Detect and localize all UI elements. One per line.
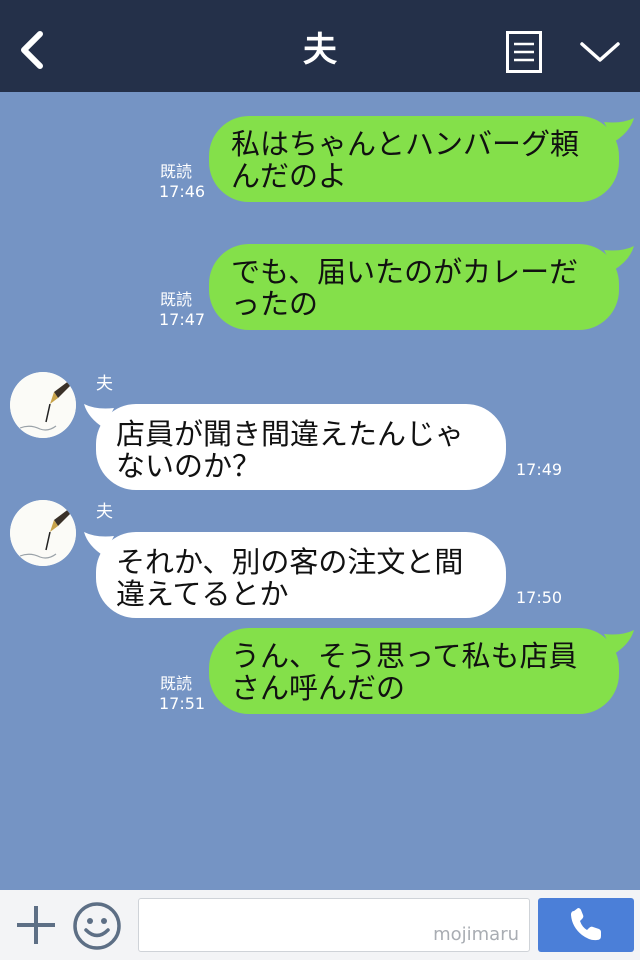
chat-title: 夫 bbox=[303, 30, 337, 70]
chat-area[interactable]: 既読 17:46 私はちゃんとハンバーグ頼 んだのよ 既読 17:47 でも、届… bbox=[0, 92, 640, 890]
message-time: 17:47 bbox=[159, 310, 206, 329]
message-time: 17:50 bbox=[516, 588, 563, 607]
menu-icon[interactable] bbox=[506, 31, 542, 73]
call-button[interactable] bbox=[538, 898, 634, 952]
message-time: 17:49 bbox=[516, 460, 563, 479]
sender-name: 夫 bbox=[96, 502, 113, 522]
message-time: 17:46 bbox=[159, 182, 206, 201]
sender-name: 夫 bbox=[96, 374, 113, 394]
message-input[interactable]: mojimaru bbox=[138, 898, 530, 952]
phone-icon bbox=[571, 908, 601, 941]
message-bubble[interactable]: 店員が聞き間違えたんじゃ ないのか？ bbox=[96, 404, 506, 490]
avatar[interactable] bbox=[10, 500, 76, 566]
message-time: 17:51 bbox=[159, 694, 206, 713]
read-label: 既読 bbox=[160, 162, 193, 181]
read-label: 既読 bbox=[160, 674, 193, 693]
message-bubble[interactable]: でも、届いたのがカレーだ ったの bbox=[209, 244, 619, 330]
chat-header: 夫 bbox=[0, 0, 640, 92]
avatar[interactable] bbox=[10, 372, 76, 438]
chevron-down-icon[interactable] bbox=[578, 36, 622, 68]
plus-icon[interactable] bbox=[14, 903, 58, 947]
input-bar: mojimaru bbox=[0, 890, 640, 960]
message-bubble[interactable]: 私はちゃんとハンバーグ頼 んだのよ bbox=[209, 116, 619, 202]
emoji-icon[interactable] bbox=[72, 901, 122, 951]
message-bubble[interactable]: それか、別の客の注文と間 違えてるとか bbox=[96, 532, 506, 618]
watermark-text: mojimaru bbox=[433, 924, 519, 945]
message-bubble[interactable]: うん、そう思って私も店員 さん呼んだの bbox=[209, 628, 619, 714]
read-label: 既読 bbox=[160, 290, 193, 309]
